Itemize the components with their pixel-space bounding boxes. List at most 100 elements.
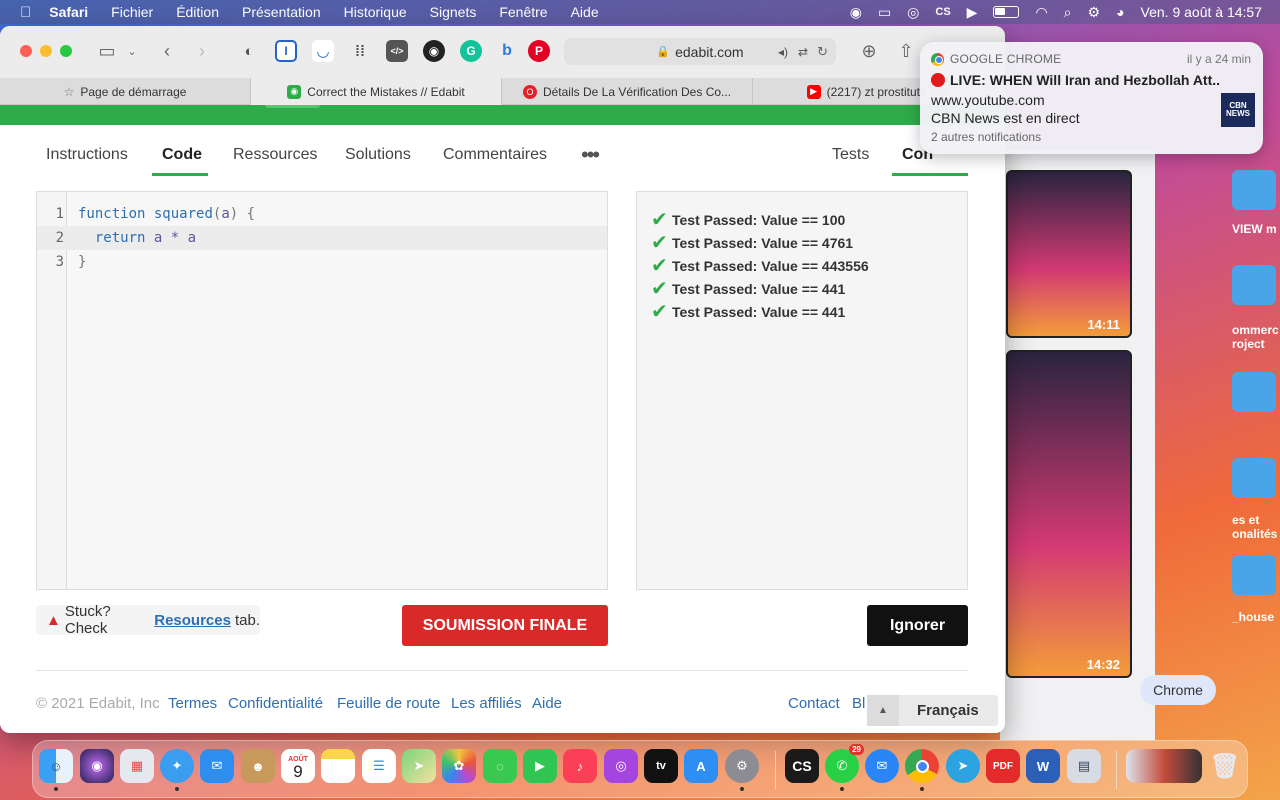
tab-verification[interactable]: O Détails De La Vérification Des Co... xyxy=(502,78,753,105)
battery-icon[interactable] xyxy=(993,6,1020,18)
privacy-shield-icon[interactable]: ◐ xyxy=(238,40,260,62)
share-icon[interactable]: ⇧ xyxy=(894,39,918,63)
menu-historique[interactable]: Historique xyxy=(344,4,407,20)
forward-arrow-icon[interactable]: › xyxy=(190,39,214,63)
menu-signets[interactable]: Signets xyxy=(430,4,477,20)
tab-code[interactable]: Code xyxy=(162,146,202,164)
tab-solutions[interactable]: Solutions xyxy=(345,146,411,164)
telegram-icon[interactable]: ➤ xyxy=(946,749,980,783)
final-submission-button[interactable]: SOUMISSION FINALE xyxy=(402,605,608,646)
system-preferences-icon[interactable]: ⚙ xyxy=(725,749,759,791)
chrome-notification[interactable]: GOOGLE CHROME il y a 24 min LIVE: WHEN W… xyxy=(920,42,1263,154)
tab-edabit[interactable]: ◉ Correct the Mistakes // Edabit xyxy=(251,78,502,105)
pinterest-icon[interactable]: P xyxy=(528,40,550,62)
more-menu-icon[interactable]: ••• xyxy=(581,142,600,168)
photos-icon[interactable]: ✿ xyxy=(442,749,476,783)
code-line[interactable]: 1 function squared(a) { xyxy=(37,202,607,226)
back-arrow-icon[interactable]: ‹ xyxy=(155,39,179,63)
menu-aide[interactable]: Aide xyxy=(571,4,599,20)
desktop-folder-icon[interactable] xyxy=(1232,458,1276,498)
menu-fichier[interactable]: Fichier xyxy=(111,4,153,20)
pocket-icon[interactable]: ◡ xyxy=(312,40,334,62)
code-line[interactable]: 3 } xyxy=(37,250,607,274)
messages-icon[interactable]: ◌ xyxy=(483,749,517,783)
messenger-icon[interactable]: ✉ xyxy=(865,749,899,783)
apps-grid-icon[interactable]: ⁞⁞ xyxy=(349,40,371,62)
speaker-icon[interactable]: ◂) xyxy=(778,45,788,59)
zoom-window-button[interactable] xyxy=(60,45,72,57)
resources-link[interactable]: Resources xyxy=(154,612,231,629)
ignore-button[interactable]: Ignorer xyxy=(867,605,968,646)
menu-fenetre[interactable]: Fenêtre xyxy=(499,4,547,20)
grammarly-icon[interactable]: G xyxy=(460,40,482,62)
code-editor[interactable]: 1 function squared(a) { 2 return a * a 3… xyxy=(36,191,608,590)
chrome-app-icon[interactable] xyxy=(905,749,939,791)
language-selector[interactable]: ▲ Français xyxy=(867,695,998,726)
bing-icon[interactable]: b xyxy=(496,40,518,62)
contacts-icon[interactable]: ☻ xyxy=(241,749,275,783)
sidebar-toggle-icon[interactable]: ▭ xyxy=(95,39,119,63)
app-store-icon[interactable]: A xyxy=(684,749,718,783)
pdf-app-icon[interactable]: PDF xyxy=(986,749,1020,783)
menu-presentation[interactable]: Présentation xyxy=(242,4,321,20)
wifi-icon[interactable]: ◠ xyxy=(1035,4,1047,21)
launchpad-icon[interactable]: ▦ xyxy=(120,749,154,783)
podcasts-icon[interactable]: ◎ xyxy=(604,749,638,783)
minimize-window-button[interactable] xyxy=(40,45,52,57)
code-line[interactable]: 2 return a * a xyxy=(37,226,607,250)
cs-menubar-icon[interactable]: CS xyxy=(935,6,950,18)
siri-icon[interactable]: ◕ xyxy=(1116,4,1124,20)
translate-icon[interactable]: ⇄ xyxy=(798,45,808,59)
github-icon[interactable]: ◉ xyxy=(423,40,445,62)
music-icon[interactable]: ♪ xyxy=(563,749,597,783)
extension-icon[interactable]: ◉ xyxy=(850,4,862,21)
cs-app-icon[interactable]: CS xyxy=(785,749,819,783)
menu-safari[interactable]: Safari xyxy=(49,4,88,20)
desktop-folder-icon[interactable] xyxy=(1232,170,1276,210)
tab-ressources[interactable]: Ressources xyxy=(233,146,317,164)
tab-start-page[interactable]: ☆ Page de démarrage xyxy=(0,78,251,105)
apple-menu-icon[interactable]:  xyxy=(20,4,31,21)
maps-icon[interactable]: ➤ xyxy=(402,749,436,783)
address-bar[interactable]: 🔒 edabit.com ◂) ⇄ ↻ xyxy=(564,38,836,65)
desktop-app-icon[interactable] xyxy=(1232,372,1276,412)
url-text[interactable]: edabit.com xyxy=(675,44,743,60)
tab-instructions[interactable]: Instructions xyxy=(46,146,128,164)
play-icon[interactable]: ▶ xyxy=(967,4,978,21)
apple-tv-icon[interactable]: tv xyxy=(644,749,678,783)
footer-link-privacy[interactable]: Confidentialité xyxy=(228,695,323,712)
desktop-folder-icon[interactable] xyxy=(1232,265,1276,305)
facetime-icon[interactable]: ▶ xyxy=(523,749,557,783)
code-icon[interactable]: </> xyxy=(386,40,408,62)
trash-icon[interactable]: 🗑 xyxy=(1208,749,1242,783)
message-icon[interactable]: ▭ xyxy=(878,4,891,21)
notification-more[interactable]: 2 autres notifications xyxy=(931,130,1041,144)
preview-icon[interactable]: ▤ xyxy=(1067,749,1101,783)
search-icon[interactable]: ⌕ xyxy=(1064,4,1072,21)
siri-app-icon[interactable]: ◉ xyxy=(80,749,114,783)
whatsapp-icon[interactable]: ✆ 29 xyxy=(825,744,864,791)
calendar-icon[interactable]: AOÛT 9 xyxy=(281,749,315,783)
tab-commentaires[interactable]: Commentaires xyxy=(443,146,547,164)
control-center-icon[interactable]: ⚙ xyxy=(1088,4,1101,21)
finder-icon[interactable]: ☺ xyxy=(39,749,73,791)
footer-link-terms[interactable]: Termes xyxy=(168,695,217,712)
safari-app-icon[interactable]: ✦ xyxy=(160,749,194,791)
desktop-folder-icon[interactable] xyxy=(1232,555,1276,595)
footer-link-contact[interactable]: Contact xyxy=(788,695,840,712)
reload-icon[interactable]: ↻ xyxy=(817,44,828,60)
footer-link-help[interactable]: Aide xyxy=(532,695,562,712)
footer-link-affiliates[interactable]: Les affiliés xyxy=(451,695,522,712)
notes-icon[interactable] xyxy=(321,749,355,783)
reminders-icon[interactable]: ☰ xyxy=(362,749,396,783)
menubar-clock[interactable]: Ven. 9 août à 14:57 xyxy=(1141,4,1262,20)
tab-tests[interactable]: Tests xyxy=(832,146,869,164)
downloads-stack-icon[interactable] xyxy=(1126,749,1202,783)
footer-link-roadmap[interactable]: Feuille de route xyxy=(337,695,440,712)
mail-icon[interactable]: ✉ xyxy=(200,749,234,783)
footer-link-blog[interactable]: Bl xyxy=(852,695,865,712)
close-window-button[interactable] xyxy=(20,45,32,57)
instapaper-icon[interactable]: I xyxy=(275,40,297,62)
download-icon[interactable]: ⊕ xyxy=(857,39,881,63)
notification-count-icon[interactable]: ◎ xyxy=(907,4,919,21)
